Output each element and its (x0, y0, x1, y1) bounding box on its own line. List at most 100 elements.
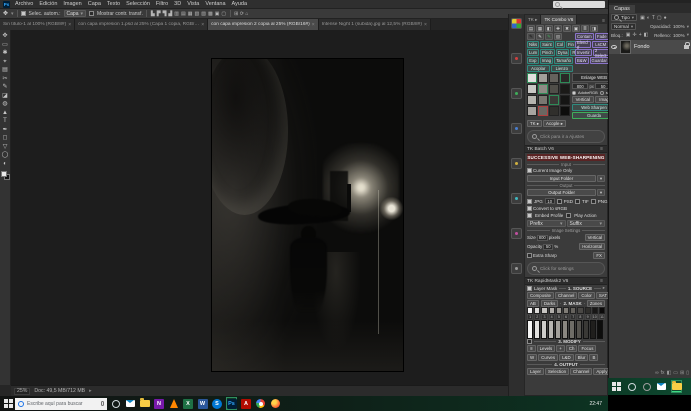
close-icon[interactable]: × (312, 22, 315, 28)
menu-item[interactable]: 3D (174, 1, 181, 7)
tk-action-button[interactable]: Col (555, 41, 565, 48)
tk-action-button[interactable]: Lienzo (551, 65, 574, 72)
zones-mode-button[interactable]: Zones (587, 300, 605, 307)
tk-module-magenta-icon[interactable] (511, 228, 522, 239)
menu-item[interactable]: Capa (88, 1, 101, 7)
tab-tk-combo[interactable]: TK Combo V6 (541, 15, 577, 24)
taskbar-icon-cortana[interactable] (110, 397, 121, 410)
adobergb-radio[interactable] (572, 91, 576, 95)
document-tab[interactable]: con capa impresion 1.psd al 25% (Capa 1 … (75, 19, 208, 30)
type-tool[interactable]: T (3, 117, 7, 126)
zone-key[interactable] (562, 320, 568, 339)
layer-mask-checkbox[interactable] (527, 286, 532, 291)
size-field[interactable]: 800 (537, 235, 548, 241)
filter-type-icon[interactable]: T (652, 15, 655, 21)
tk-combo-button[interactable]: Fade (595, 33, 609, 40)
tk-combo-icon[interactable]: ▤ (527, 25, 535, 32)
tk-module-multi-icon[interactable] (511, 158, 522, 169)
canvas-artwork[interactable] (212, 59, 403, 371)
mask-thumbnail[interactable] (527, 84, 537, 94)
modify-button[interactable]: Ch (566, 345, 578, 352)
vertical-toggle-button[interactable]: Vertical (585, 234, 605, 241)
png-checkbox[interactable] (591, 199, 596, 204)
close-icon[interactable]: × (68, 22, 71, 28)
menu-item[interactable]: Ventana (205, 1, 225, 7)
tk-module-cyan-icon[interactable] (511, 193, 522, 204)
opacity-value[interactable]: 100% (673, 24, 685, 29)
tk-rapidmask-header[interactable]: TK RapidMask2 V6 ≡ (525, 277, 607, 285)
zoom-level-field[interactable]: 25% (14, 388, 30, 395)
align-icon[interactable]: ▣ (215, 11, 220, 17)
tk-combo-button[interactable]: Guardar (590, 57, 609, 64)
visibility-eye-icon[interactable] (611, 45, 617, 49)
tk-action-button[interactable]: Acoplar (527, 65, 550, 72)
menu-item[interactable]: Ayuda (232, 1, 248, 7)
align-icon[interactable]: ▛ (157, 11, 161, 17)
paint-white-icon[interactable]: ✎ (536, 33, 544, 40)
workspace-search[interactable] (553, 1, 605, 8)
layers-footer-icon[interactable]: fx (661, 370, 665, 376)
align-icon[interactable]: ▜ (163, 11, 167, 17)
3d-mode-icons[interactable]: ⊞ ⟳ ⌂ (234, 11, 248, 17)
modify-button[interactable]: B (589, 354, 598, 361)
taskbar-icon-excel[interactable]: X (183, 397, 194, 410)
mask-thumbnail[interactable] (549, 106, 559, 116)
zoom-tool[interactable]: ◯ (2, 151, 9, 160)
psd-checkbox[interactable] (557, 199, 562, 204)
tab-layers[interactable]: Capas (609, 5, 635, 13)
quick-selection-tool[interactable]: ⌖ (3, 58, 6, 67)
current-image-only-checkbox[interactable] (527, 168, 532, 173)
zone-key[interactable] (527, 320, 533, 339)
jpg-quality-field[interactable]: 10 (545, 198, 555, 204)
align-icon[interactable]: ▩ (208, 11, 213, 17)
menu-item[interactable]: Edición (39, 1, 57, 7)
tk-action-button[interactable]: Lum (527, 49, 539, 56)
tk-combo-icon[interactable]: ✚ (554, 25, 562, 32)
mask-thumbnail[interactable] (538, 106, 548, 116)
taskbar-clock[interactable]: 22:47 (589, 401, 606, 407)
zone-key[interactable] (534, 320, 540, 339)
jpg-checkbox[interactable] (527, 199, 532, 204)
taskbar-icon-vlc[interactable] (168, 397, 179, 410)
modify-button[interactable]: Blur (575, 354, 589, 361)
panel-menu-icon[interactable]: ≡ (600, 146, 605, 152)
brush-tool[interactable]: ◍ (2, 100, 7, 109)
shape-tool[interactable]: ◻ (3, 134, 8, 143)
menu-item[interactable]: Vista (187, 1, 199, 7)
tk-settings-searchbox[interactable]: Click para ir a Ajustes (527, 130, 605, 143)
tk-combo-button[interactable]: Invertir (575, 49, 592, 56)
output-button[interactable]: Layer (527, 368, 544, 375)
filter-type-icon[interactable]: ▢ (657, 15, 662, 21)
tk-action-button[interactable]: Imag (540, 57, 553, 64)
output-button[interactable]: Selection (545, 368, 569, 375)
status-arrow-icon[interactable]: ▸ (89, 388, 92, 394)
paint-green-icon[interactable]: ✎ (545, 33, 553, 40)
tab-tk-basic[interactable]: TK ▸ (525, 15, 541, 24)
menu-item[interactable]: Imagen (63, 1, 81, 7)
mask-thumbnail[interactable] (549, 84, 559, 94)
tk-combo-button[interactable]: Blend If (575, 41, 591, 48)
ab-toggle-button[interactable]: AB (527, 300, 539, 307)
tk-combo-icon[interactable]: ≣ (581, 25, 589, 32)
start-button[interactable] (4, 399, 8, 403)
align-icon[interactable]: ▟ (168, 11, 172, 17)
align-icon[interactable]: ▧ (194, 11, 199, 17)
zone-key[interactable] (555, 320, 561, 339)
tk-action-button[interactable]: Tamaño (554, 57, 573, 64)
srgb-radio[interactable] (600, 91, 604, 95)
zone-key[interactable] (583, 320, 589, 339)
tk-batch-header[interactable]: TK Batch V6 ≡ (525, 145, 607, 153)
paint-pattern-icon[interactable]: ▧ (554, 33, 562, 40)
layer-name[interactable]: Fondo (634, 44, 650, 50)
taskbar-icon-mail[interactable] (125, 397, 136, 410)
output-folder-button[interactable]: Output Folder (527, 189, 596, 196)
lasso-tool[interactable]: ✱ (2, 49, 7, 58)
taskbar-icon-skype[interactable]: S (212, 397, 223, 410)
zone-key[interactable] (541, 320, 547, 339)
taskbar-search[interactable]: Escribe aquí para buscar (15, 398, 107, 410)
align-icon[interactable]: ▤ (181, 11, 186, 17)
autoselect-target-select[interactable]: Capa▾ (64, 10, 86, 17)
layers-footer-icon[interactable]: ◧ (667, 370, 672, 376)
autoselect-checkbox[interactable] (21, 11, 26, 16)
mask-thumbnail[interactable] (527, 73, 537, 83)
